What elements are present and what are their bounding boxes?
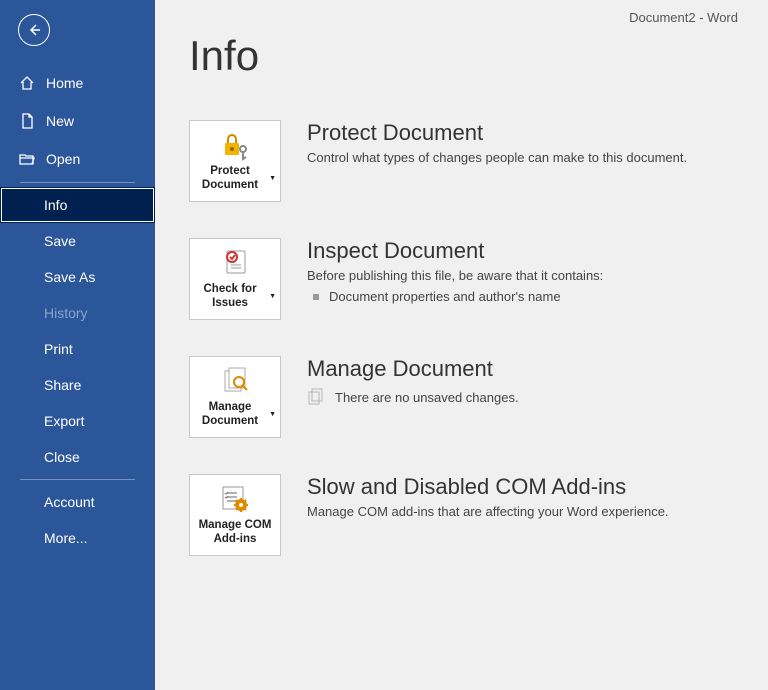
nav-label: Save xyxy=(44,233,76,249)
nav-label: Print xyxy=(44,341,73,357)
section-manage: Manage Document▼ Manage Document There a… xyxy=(189,356,738,438)
section-title: Manage Document xyxy=(307,356,738,382)
nav-label: Close xyxy=(44,449,80,465)
nav-label: Share xyxy=(44,377,81,393)
documents-icon xyxy=(307,388,325,406)
section-title: Inspect Document xyxy=(307,238,738,264)
inspect-item: Document properties and author's name xyxy=(307,289,738,304)
nav-info[interactable]: Info xyxy=(0,187,155,223)
nav-more[interactable]: More... xyxy=(0,520,155,556)
page-title: Info xyxy=(189,32,738,80)
section-title: Protect Document xyxy=(307,120,738,146)
section-description: Control what types of changes people can… xyxy=(307,150,738,165)
section-title: Slow and Disabled COM Add-ins xyxy=(307,474,738,500)
nav-label: Open xyxy=(46,151,80,167)
nav-account[interactable]: Account xyxy=(0,484,155,520)
tile-label: Manage COM Add-ins xyxy=(194,519,276,547)
chevron-down-icon: ▼ xyxy=(269,293,276,301)
nav-label: More... xyxy=(44,530,88,546)
tile-label: Protect Document▼ xyxy=(194,165,276,193)
lock-key-icon xyxy=(219,129,251,161)
divider xyxy=(20,479,135,480)
window-title: Document2 - Word xyxy=(629,10,738,25)
section-addins: Manage COM Add-ins Slow and Disabled COM… xyxy=(189,474,738,556)
chevron-down-icon: ▼ xyxy=(269,411,276,419)
section-description: Manage COM add-ins that are affecting yo… xyxy=(307,504,738,519)
manage-status: There are no unsaved changes. xyxy=(307,388,738,406)
nav-share[interactable]: Share xyxy=(0,367,155,403)
nav-label: Home xyxy=(46,75,83,91)
tile-label: Check for Issues▼ xyxy=(194,283,276,311)
manage-doc-icon xyxy=(219,365,251,397)
nav-label: Save As xyxy=(44,269,95,285)
nav-label: Info xyxy=(44,197,67,213)
nav-home[interactable]: Home xyxy=(0,64,155,102)
divider xyxy=(20,182,135,183)
nav-label: Export xyxy=(44,413,84,429)
nav-print[interactable]: Print xyxy=(0,331,155,367)
nav-history: History xyxy=(0,295,155,331)
document-name: Document2 xyxy=(629,10,695,25)
addins-icon xyxy=(219,483,251,515)
nav-export[interactable]: Export xyxy=(0,403,155,439)
tile-label: Manage Document▼ xyxy=(194,401,276,429)
nav-save-as[interactable]: Save As xyxy=(0,259,155,295)
manage-com-addins-button[interactable]: Manage COM Add-ins xyxy=(189,474,281,556)
nav-open[interactable]: Open xyxy=(0,140,155,178)
chevron-down-icon: ▼ xyxy=(269,175,276,183)
back-arrow-icon xyxy=(26,22,42,38)
nav-label: Account xyxy=(44,494,95,510)
home-icon xyxy=(18,74,36,92)
section-description: Before publishing this file, be aware th… xyxy=(307,268,738,283)
new-doc-icon xyxy=(18,112,36,130)
manage-document-button[interactable]: Manage Document▼ xyxy=(189,356,281,438)
app-name: Word xyxy=(707,10,738,25)
check-issues-button[interactable]: Check for Issues▼ xyxy=(189,238,281,320)
nav-close[interactable]: Close xyxy=(0,439,155,475)
nav-save[interactable]: Save xyxy=(0,223,155,259)
main-panel: Document2 - Word Info Protect Document▼ … xyxy=(155,0,768,690)
bullet-icon xyxy=(313,294,319,300)
nav-new[interactable]: New xyxy=(0,102,155,140)
section-protect: Protect Document▼ Protect Document Contr… xyxy=(189,120,738,202)
section-inspect: Check for Issues▼ Inspect Document Befor… xyxy=(189,238,738,320)
inspect-icon xyxy=(219,247,251,279)
protect-document-button[interactable]: Protect Document▼ xyxy=(189,120,281,202)
nav-label: History xyxy=(44,305,88,321)
backstage-sidebar: Home New Open Info Save Save As History … xyxy=(0,0,155,690)
open-folder-icon xyxy=(18,150,36,168)
nav-label: New xyxy=(46,113,74,129)
back-button[interactable] xyxy=(18,14,50,46)
